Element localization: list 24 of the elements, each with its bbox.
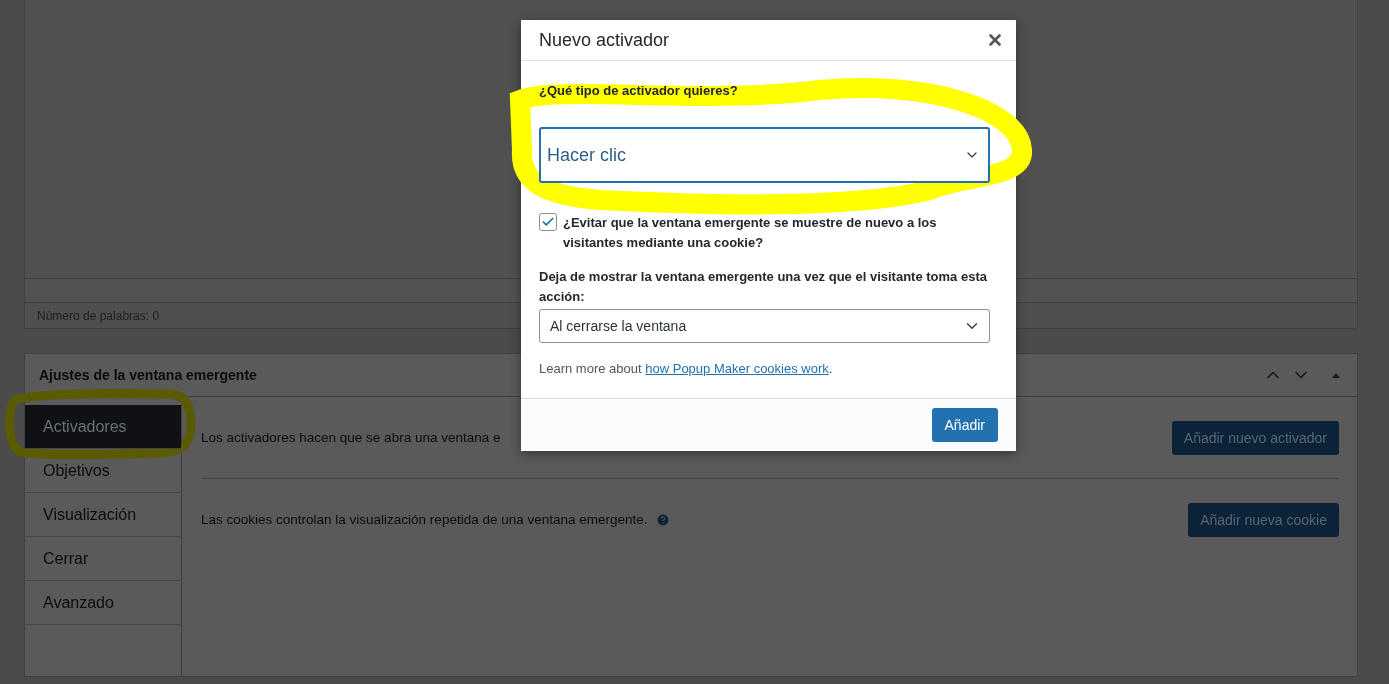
panel-title: Ajustes de la ventana emergente	[39, 367, 257, 383]
field-label: Deja de mostrar la ventana emergente una vez que el visitante toma esta acción:	[539, 268, 988, 306]
settings-tab[interactable]: Objetivos	[25, 449, 181, 493]
modal-title: Nuevo activador	[539, 29, 670, 51]
settings-tab[interactable]: Activadores	[25, 405, 181, 449]
settings-tab[interactable]: Avanzado	[25, 581, 181, 625]
cookie-action-select[interactable]: Al cerrarse la ventana	[539, 309, 990, 343]
trigger-select[interactable]: Hacer clic	[539, 127, 990, 183]
add-button[interactable]: Añadir nuevo activador	[1171, 420, 1339, 455]
learn-more-text: Learn more about how Popup Maker cookies work.	[539, 361, 834, 376]
add-button[interactable]: Añadir	[931, 408, 998, 442]
add-button[interactable]: Añadir nueva cookie	[1188, 502, 1339, 537]
settings-tab[interactable]: Visualización	[25, 493, 181, 537]
checkbox-label: ¿Evitar que la ventana emergente se muestre de nuevo a los visitantes mediante una cookie?	[563, 214, 938, 252]
settings-tab[interactable]: Cerrar	[25, 537, 181, 581]
field-label: ¿Qué tipo de activador quieres?	[539, 82, 739, 100]
row-description: Los activadores hacen que se abra una ventana e	[201, 430, 501, 445]
help-icon[interactable]	[655, 512, 670, 527]
check-icon	[541, 215, 555, 229]
row-description: Las cookies controlan la visualización repetida de una ventana emergente.	[201, 512, 648, 527]
cookies-link[interactable]: how Popup Maker cookies work	[645, 361, 829, 376]
close-button[interactable]	[986, 31, 1004, 49]
close-icon	[986, 31, 1004, 49]
cookie-checkbox[interactable]	[539, 213, 557, 231]
